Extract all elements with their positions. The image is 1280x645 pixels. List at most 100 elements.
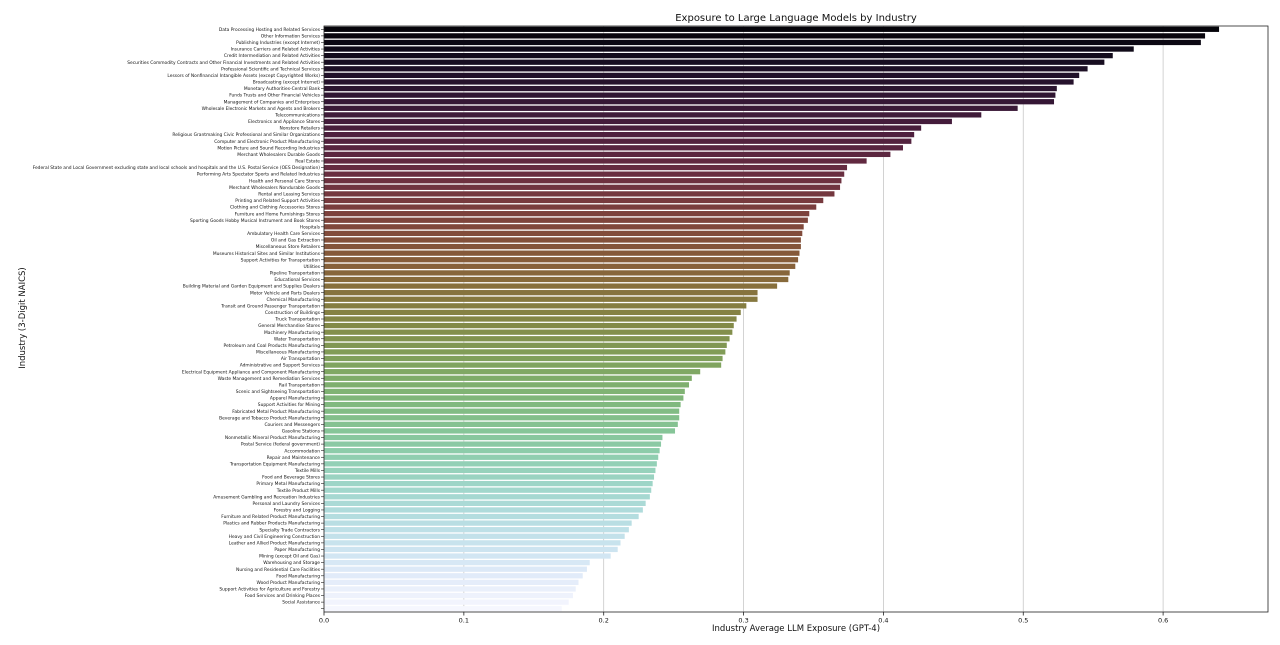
y-tick-label: Administrative and Support Services [240,363,321,369]
x-tick-label: 0.5 [1018,617,1028,625]
bar [324,303,747,309]
bar [324,553,611,559]
y-tick-label: Heavy and Civil Engineering Construction [229,534,321,540]
bar [324,184,841,190]
bar [324,33,1206,39]
bar [324,132,915,138]
bar [324,434,663,441]
y-tick-label: Primary Metal Manufacturing [256,481,320,487]
bar [324,540,621,546]
x-tick-label: 0.6 [1158,617,1168,625]
bar [324,480,653,487]
y-tick-label: Printing and Related Support Activities [235,198,321,204]
y-tick-label: Textile Product Mills [276,488,321,494]
y-tick-label: Personal and Laundry Services [252,501,320,507]
bar [324,309,741,316]
bar [324,92,1056,98]
bar [324,342,727,348]
y-tick-label: Food Services and Drinking Places [245,593,321,599]
y-tick-label: Furniture and Related Product Manufactur… [221,514,320,520]
y-tick-label: Wholesale Electronic Markets and Agents … [202,106,321,112]
y-tick-label: Electrical Equipment Appliance and Compo… [182,369,320,375]
y-tick-label: Support Activities for Transportation [241,257,321,263]
bar [324,138,912,144]
y-tick-label: Telecommunications [274,112,321,118]
bar [324,158,867,164]
y-tick-label: Health and Personal Care Stores [249,178,321,184]
bar [324,375,692,381]
y-tick-label: Lessors of Nonfinancial Intangible Asset… [167,73,320,79]
y-tick-label: Religious Grantmaking Civic Professional… [172,132,320,138]
y-tick-label: Rental and Leasing Services [258,191,320,197]
bar [324,592,573,599]
bar [324,527,629,533]
y-tick-label: Beverage and Tobacco Product Manufacturi… [219,415,320,421]
y-tick-label: Sporting Goods Hobby Musical Instrument … [190,218,321,224]
x-tick-label: 0.4 [878,617,888,625]
y-tick-label: Real Estate [295,159,320,165]
bar [324,586,576,592]
bar [324,99,1055,105]
y-tick-label: Professional Scientific and Technical Se… [221,66,321,72]
y-tick-label: Ambulatory Health Care Services [247,231,321,237]
bar [324,355,723,362]
y-tick-label: Merchant Wholesalers Durable Goods [237,152,320,158]
y-tick-label: Management of Companies and Enterprises [224,99,321,105]
bar [324,573,583,579]
bar-chart: Data Processing Hosting and Related Serv… [33,25,1269,625]
bar [324,362,722,368]
bar [324,250,800,256]
y-tick-label: Plastics and Rubber Products Manufacturi… [223,521,320,527]
bar [324,336,730,342]
y-tick-label: Food Manufacturing [276,573,320,579]
y-tick-label: Hospitals [300,224,321,230]
y-tick-label: Publishing Industries (except Internet) [236,40,320,46]
bar [324,579,579,586]
bar [324,322,734,329]
y-tick-label: Social Assistance [282,600,320,606]
y-tick-label: Miscellaneous Store Retailers [256,244,321,250]
y-tick-label: Motor Vehicle and Parts Dealers [250,290,321,296]
bars [324,26,1220,612]
y-tick-label: Water Transportation [274,336,320,342]
y-tick-label: Federal State and Local Government exclu… [33,165,321,171]
bar [324,296,758,302]
bar [324,461,657,467]
bar [324,507,643,513]
y-tick-label: Textile Mills [294,468,321,474]
bar [324,270,790,276]
bar [324,112,982,118]
y-tick-label: Motion Picture and Sound Recording Indus… [217,145,320,151]
bar [324,85,1057,92]
bar [324,599,569,605]
y-tick-label: Performing Arts Spectator Sports and Rel… [197,172,321,178]
y-tick-label: Rail Transportation [279,382,320,388]
bar [324,125,922,131]
y-tick-label: Furniture and Home Furnishings Stores [235,211,321,217]
y-tick-label: Insurance Carriers and Related Activitie… [231,47,321,53]
bar [324,467,656,474]
bar [324,369,701,375]
bar [324,237,801,243]
bar [324,494,650,500]
y-tick-label: Transit and Ground Passenger Transportat… [220,303,320,309]
y-tick-label: Transportation Equipment Manufacturing [229,461,320,467]
y-tick-label: Securities Commodity Contracts and Other… [127,60,320,66]
y-tick-label: Electronics and Appliance Stores [248,119,321,125]
y-tick-label: Nonstore Retailers [280,126,321,132]
bar [324,52,1113,59]
y-tick-label: Nonmetallic Mineral Product Manufacturin… [225,435,320,441]
y-tick-label: Broadcasting (except Internet) [253,80,320,86]
bar [324,257,799,263]
y-tick-label: Construction of Buildings [265,310,321,316]
y-tick-label: Support Activities for Mining [258,402,320,408]
bar [324,72,1080,79]
y-tick-label: Apparel Manufacturing [270,396,320,402]
y-tick-label: Air Transportation [281,356,320,362]
bar [324,520,632,526]
bar [324,487,652,493]
bar [324,118,952,125]
y-tick-label: Funds Trusts and Other Financial Vehicle… [229,93,320,99]
y-tick-label: Nursing and Residential Care Facilities [236,567,321,573]
y-tick-label: Miscellaneous Manufacturing [256,350,320,356]
